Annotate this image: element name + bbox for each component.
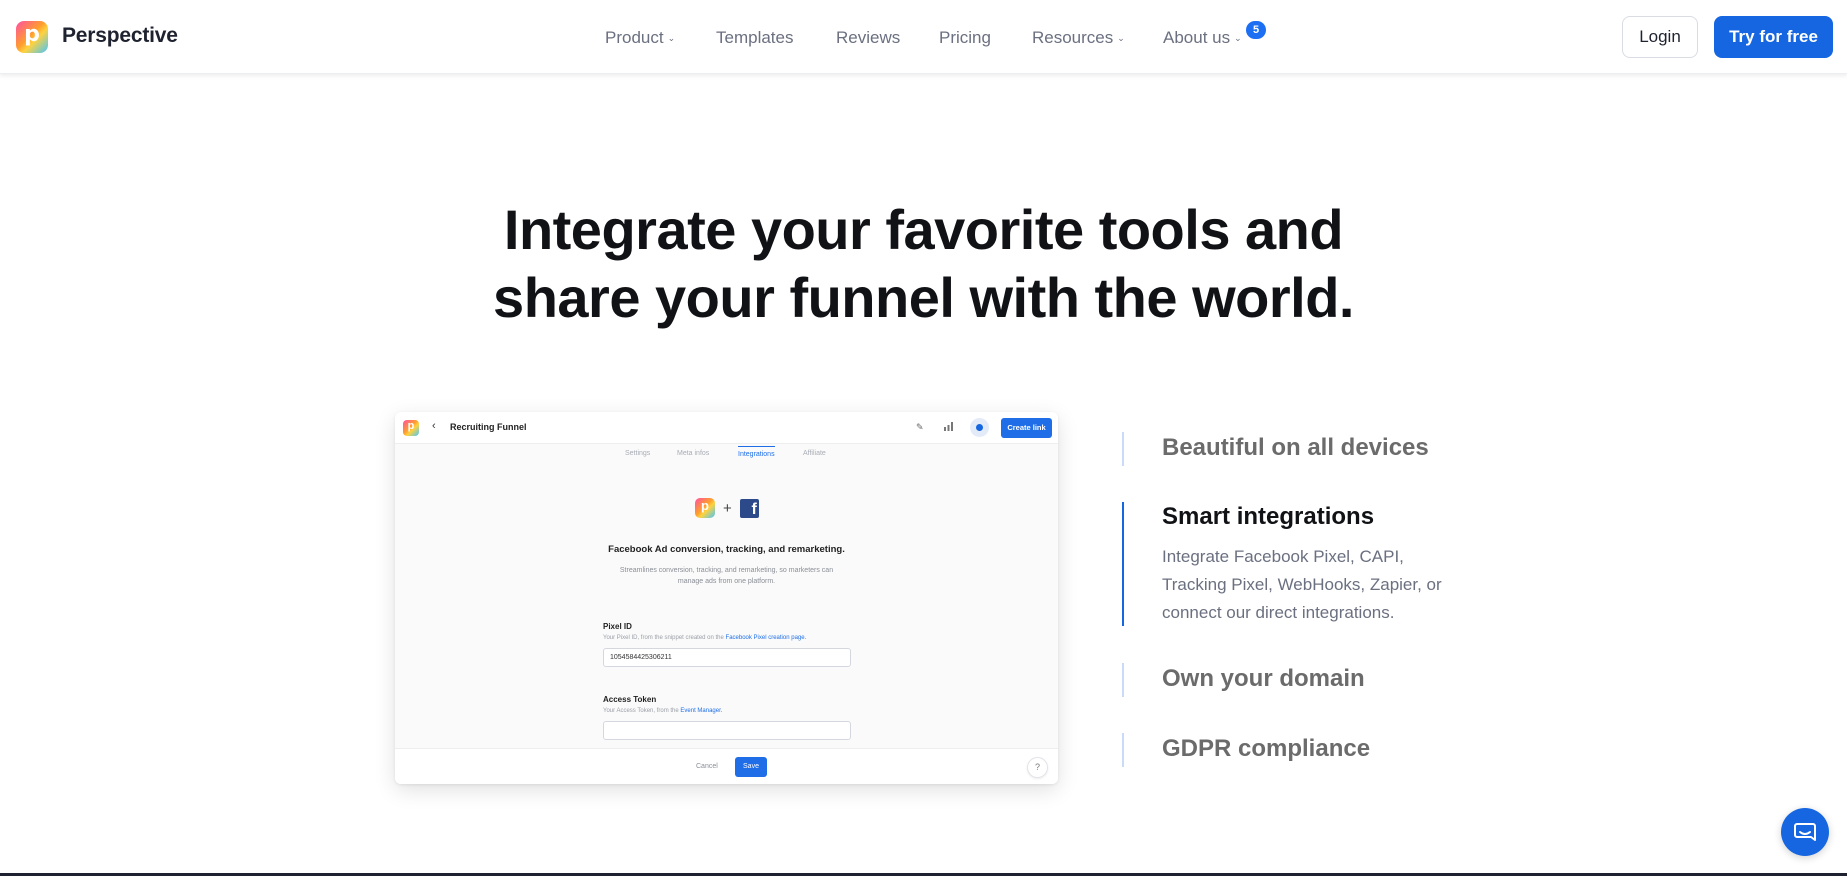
- integration-description: Streamlines conversion, tracking, and re…: [619, 567, 834, 585]
- settings-gear-icon: [970, 418, 989, 437]
- chat-icon: [1794, 823, 1816, 841]
- login-button[interactable]: Login: [1622, 16, 1698, 58]
- stats-icon: [944, 422, 953, 433]
- feature-own-domain[interactable]: Own your domain: [1162, 665, 1365, 693]
- mockup-tab-settings: Settings: [625, 450, 651, 457]
- mockup-tab-meta-infos: Meta infos: [677, 450, 710, 457]
- feature-smart-integrations-description: Integrate Facebook Pixel, CAPI, Tracking…: [1162, 547, 1442, 622]
- feature-smart-integrations[interactable]: Smart integrations: [1162, 503, 1374, 531]
- mockup-tab-affiliate: Affiliate: [803, 450, 826, 457]
- nav-templates-label: Templates: [716, 28, 794, 47]
- access-token-help: Your Access Token, from the Event Manage…: [603, 708, 722, 714]
- facebook-logo-icon: f: [739, 498, 759, 518]
- chevron-down-icon: ⌄: [667, 32, 676, 43]
- mockup-funnel-title: Recruiting Funnel: [450, 422, 527, 432]
- event-manager-link: Event Manager.: [680, 708, 723, 714]
- try-for-free-button[interactable]: Try for free: [1714, 16, 1833, 58]
- nav-resources[interactable]: Resources ⌄: [1032, 27, 1125, 49]
- pixel-id-input: 1054584425306211: [603, 648, 851, 667]
- top-navbar: Perspective Product⌄ Templates Reviews P…: [0, 0, 1847, 74]
- chevron-down-icon: ⌄: [1117, 32, 1125, 43]
- mockup-save-button: Save: [735, 757, 767, 777]
- access-token-input: [603, 721, 851, 740]
- nav-pricing[interactable]: Pricing: [939, 27, 991, 49]
- integrations-mockup: ‹ Recruiting Funnel ✎ Create link Settin…: [395, 412, 1058, 784]
- integration-logos: + f: [695, 498, 759, 518]
- mockup-cancel-button: Cancel: [696, 763, 718, 770]
- feature-indicator-3: [1122, 663, 1124, 697]
- hero-heading-line-2: share your funnel with the world.: [493, 266, 1354, 329]
- chevron-down-icon: ⌄: [1234, 32, 1242, 43]
- pixel-creation-link: Facebook Pixel creation page.: [725, 635, 807, 641]
- nav-product-label: Product: [605, 28, 664, 47]
- pixel-id-help-text: Your Pixel ID, from the snippet created …: [603, 635, 724, 641]
- nav-about[interactable]: About us ⌄: [1163, 27, 1242, 49]
- mockup-tabs: Settings Meta infos Integrations Affilia…: [395, 446, 1058, 462]
- feature-indicator-1: [1122, 432, 1124, 466]
- nav-reviews-label: Reviews: [836, 28, 901, 47]
- brand-name[interactable]: Perspective: [62, 24, 178, 48]
- nav-pricing-label: Pricing: [939, 28, 991, 47]
- plus-sign: +: [723, 499, 732, 517]
- edit-icon: ✎: [916, 422, 924, 432]
- perspective-logo-icon[interactable]: [16, 21, 48, 53]
- hero-heading: Integrate your favorite tools and share …: [350, 196, 1497, 332]
- pixel-id-label: Pixel ID: [603, 622, 632, 631]
- about-notification-badge: 5: [1246, 21, 1266, 39]
- chat-widget-button[interactable]: [1781, 808, 1829, 856]
- nav-templates[interactable]: Templates: [716, 27, 793, 49]
- mockup-footer: Cancel Save ?: [395, 748, 1058, 784]
- feature-indicator-2-active: [1122, 502, 1124, 626]
- feature-gdpr-compliance[interactable]: GDPR compliance: [1162, 735, 1370, 763]
- help-icon: ?: [1027, 757, 1048, 778]
- integration-heading: Facebook Ad conversion, tracking, and re…: [608, 544, 845, 555]
- feature-indicator-4: [1122, 733, 1124, 767]
- pixel-id-help: Your Pixel ID, from the snippet created …: [603, 635, 806, 641]
- mockup-create-link-button: Create link: [1001, 418, 1052, 438]
- mockup-tab-integrations: Integrations: [738, 446, 775, 458]
- access-token-label: Access Token: [603, 695, 657, 704]
- nav-product[interactable]: Product ⌄: [605, 27, 675, 49]
- access-token-help-text: Your Access Token, from the: [603, 708, 679, 714]
- perspective-logo-icon: [695, 498, 715, 518]
- nav-reviews[interactable]: Reviews: [836, 27, 900, 49]
- hero-heading-line-1: Integrate your favorite tools and: [503, 198, 1344, 261]
- back-arrow-icon: ‹: [432, 420, 436, 432]
- feature-beautiful-devices[interactable]: Beautiful on all devices: [1162, 434, 1429, 462]
- mockup-toolbar: ‹ Recruiting Funnel ✎ Create link: [395, 412, 1058, 444]
- nav-resources-label: Resources: [1032, 28, 1114, 47]
- nav-about-label: About us: [1163, 28, 1231, 47]
- mockup-logo-icon: [403, 420, 419, 436]
